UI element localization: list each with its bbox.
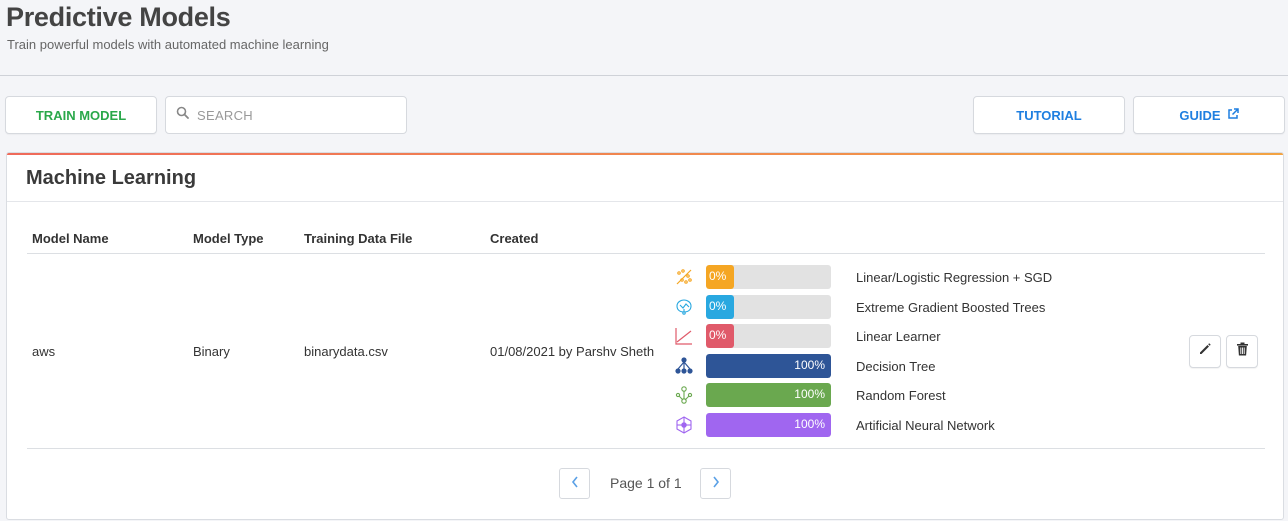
progress-label: 100% bbox=[794, 358, 825, 372]
card-accent-bar bbox=[7, 153, 1283, 155]
search-icon bbox=[176, 106, 189, 124]
algorithm-row: 100% bbox=[673, 354, 831, 378]
regression-icon bbox=[673, 266, 695, 288]
previous-page-button[interactable] bbox=[559, 468, 590, 499]
algorithm-row: 0% bbox=[673, 324, 831, 348]
algorithm-row: 0% bbox=[673, 295, 831, 319]
trash-icon bbox=[1236, 342, 1249, 361]
page-title: Predictive Models bbox=[6, 2, 231, 32]
column-header-model-name: Model Name bbox=[32, 231, 109, 246]
guide-button[interactable]: GUIDE bbox=[1133, 96, 1285, 134]
progress-bar: 0% bbox=[706, 324, 831, 348]
table-header-divider bbox=[27, 253, 1265, 254]
chevron-left-icon bbox=[571, 475, 579, 493]
header-divider bbox=[0, 75, 1288, 76]
table-footer-divider bbox=[27, 448, 1265, 449]
guide-label: GUIDE bbox=[1179, 107, 1221, 123]
cell-model-type: Binary bbox=[193, 344, 230, 359]
cell-training-file: binarydata.csv bbox=[304, 344, 388, 359]
cell-created: 01/08/2021 by Parshv Sheth bbox=[490, 344, 655, 359]
machine-learning-card: Machine Learning Model Name Model Type T… bbox=[6, 152, 1284, 520]
chevron-right-icon bbox=[712, 475, 720, 493]
search-input[interactable] bbox=[197, 107, 397, 123]
page-subtitle: Train powerful models with automated mac… bbox=[7, 37, 329, 52]
progress-bar: 0% bbox=[706, 295, 831, 319]
tutorial-button[interactable]: TUTORIAL bbox=[973, 96, 1125, 134]
card-title: Machine Learning bbox=[26, 167, 197, 189]
neural-network-icon bbox=[673, 414, 695, 436]
algorithm-name: Linear/Logistic Regression + SGD bbox=[856, 270, 1053, 285]
card-divider bbox=[7, 201, 1283, 202]
progress-bar: 100% bbox=[706, 413, 831, 437]
progress-bar: 100% bbox=[706, 354, 831, 378]
progress-label: 100% bbox=[794, 417, 825, 431]
progress-bar: 100% bbox=[706, 383, 831, 407]
algorithm-name: Decision Tree bbox=[856, 359, 936, 374]
column-header-created: Created bbox=[490, 231, 539, 246]
progress-label: 0% bbox=[709, 269, 727, 283]
algorithm-name: Extreme Gradient Boosted Trees bbox=[856, 300, 1046, 315]
page-indicator: Page 1 of 1 bbox=[610, 475, 682, 491]
algorithm-row: 100% bbox=[673, 383, 831, 407]
algorithm-name: Artificial Neural Network bbox=[856, 418, 995, 433]
column-header-training-file: Training Data File bbox=[304, 231, 413, 246]
pencil-icon bbox=[1198, 342, 1212, 361]
linear-learner-icon bbox=[673, 325, 695, 347]
progress-bar: 0% bbox=[706, 265, 831, 289]
algorithm-row: 100% bbox=[673, 413, 831, 437]
cell-model-name: aws bbox=[32, 344, 56, 359]
boosted-trees-icon bbox=[673, 296, 695, 318]
search-box bbox=[165, 96, 407, 134]
random-forest-icon bbox=[673, 384, 695, 406]
delete-button[interactable] bbox=[1226, 335, 1258, 368]
external-link-icon bbox=[1227, 107, 1239, 123]
column-header-model-type: Model Type bbox=[193, 231, 264, 246]
decision-tree-icon bbox=[673, 355, 695, 377]
edit-button[interactable] bbox=[1189, 335, 1221, 368]
train-model-button[interactable]: TRAIN MODEL bbox=[5, 96, 157, 134]
next-page-button[interactable] bbox=[700, 468, 731, 499]
progress-label: 0% bbox=[709, 299, 727, 313]
algorithm-name: Linear Learner bbox=[856, 329, 941, 344]
progress-label: 0% bbox=[709, 328, 727, 342]
algorithm-name: Random Forest bbox=[856, 388, 946, 403]
progress-label: 100% bbox=[794, 387, 825, 401]
algorithm-row: 0% bbox=[673, 265, 831, 289]
